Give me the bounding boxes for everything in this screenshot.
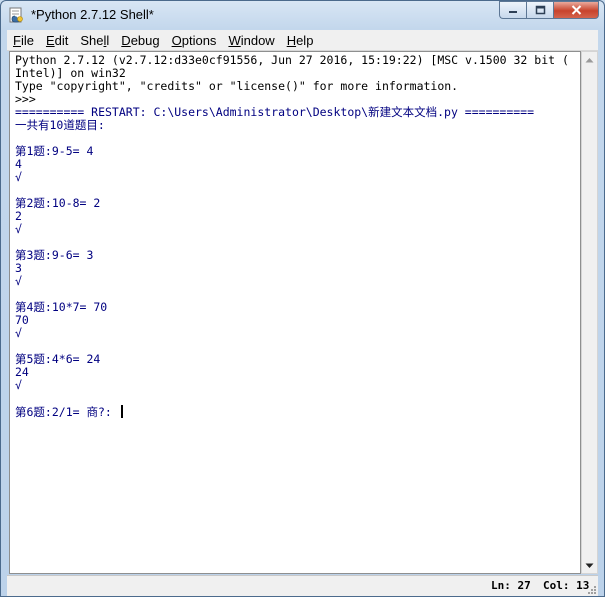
question-2: 第2题:10-8= 2	[15, 196, 101, 210]
maximize-button[interactable]	[526, 1, 553, 19]
vertical-scrollbar[interactable]	[581, 51, 598, 574]
title-bar[interactable]: *Python 2.7.12 Shell*	[1, 1, 604, 30]
menu-options[interactable]: Options	[172, 33, 217, 48]
maximize-icon	[535, 5, 545, 15]
menu-window[interactable]: Window	[228, 33, 274, 48]
shell-text-area[interactable]: Python 2.7.12 (v2.7.12:d33e0cf91556, Jun…	[9, 51, 581, 574]
python-idle-icon	[9, 7, 23, 23]
resize-grip-icon[interactable]	[587, 585, 597, 595]
status-bar: Ln: 27 Col: 13	[7, 575, 598, 596]
scroll-up-arrow-icon	[585, 57, 594, 62]
status-column-number: Col: 13	[543, 579, 590, 592]
idle-shell-window: *Python 2.7.12 Shell* File Edit Shell De…	[0, 0, 605, 597]
question-3: 第3题:9-6= 3	[15, 248, 94, 262]
check-mark-4: √	[15, 326, 22, 340]
quiz-header: 一共有10道题目:	[15, 118, 105, 132]
menu-help[interactable]: Help	[287, 33, 314, 48]
menu-edit[interactable]: Edit	[46, 33, 68, 48]
minimize-button[interactable]	[499, 1, 526, 19]
scroll-down-button[interactable]	[582, 558, 597, 573]
scroll-down-arrow-icon	[585, 563, 594, 568]
window-title: *Python 2.7.12 Shell*	[31, 7, 154, 22]
question-1: 第1题:9-5= 4	[15, 144, 94, 158]
status-line-number: Ln: 27	[491, 579, 531, 592]
menu-shell[interactable]: Shell	[80, 33, 109, 48]
menu-bar: File Edit Shell Debug Options Window Hel…	[7, 30, 598, 51]
scroll-up-button[interactable]	[582, 52, 597, 67]
close-button[interactable]	[553, 1, 599, 19]
menu-file[interactable]: File	[13, 33, 34, 48]
check-mark-3: √	[15, 274, 22, 288]
check-mark-1: √	[15, 170, 22, 184]
minimize-icon	[509, 11, 517, 13]
menu-debug[interactable]: Debug	[121, 33, 159, 48]
close-icon	[571, 5, 581, 15]
banner-line-3: Type "copyright", "credits" or "license(…	[15, 79, 459, 93]
text-cursor	[120, 405, 123, 418]
check-mark-5: √	[15, 378, 22, 392]
check-mark-2: √	[15, 222, 22, 236]
question-6: 第6题:2/1= 商?:	[15, 405, 119, 419]
question-6-line[interactable]: 第6题:2/1= 商?:	[15, 405, 123, 419]
window-controls	[499, 1, 599, 20]
